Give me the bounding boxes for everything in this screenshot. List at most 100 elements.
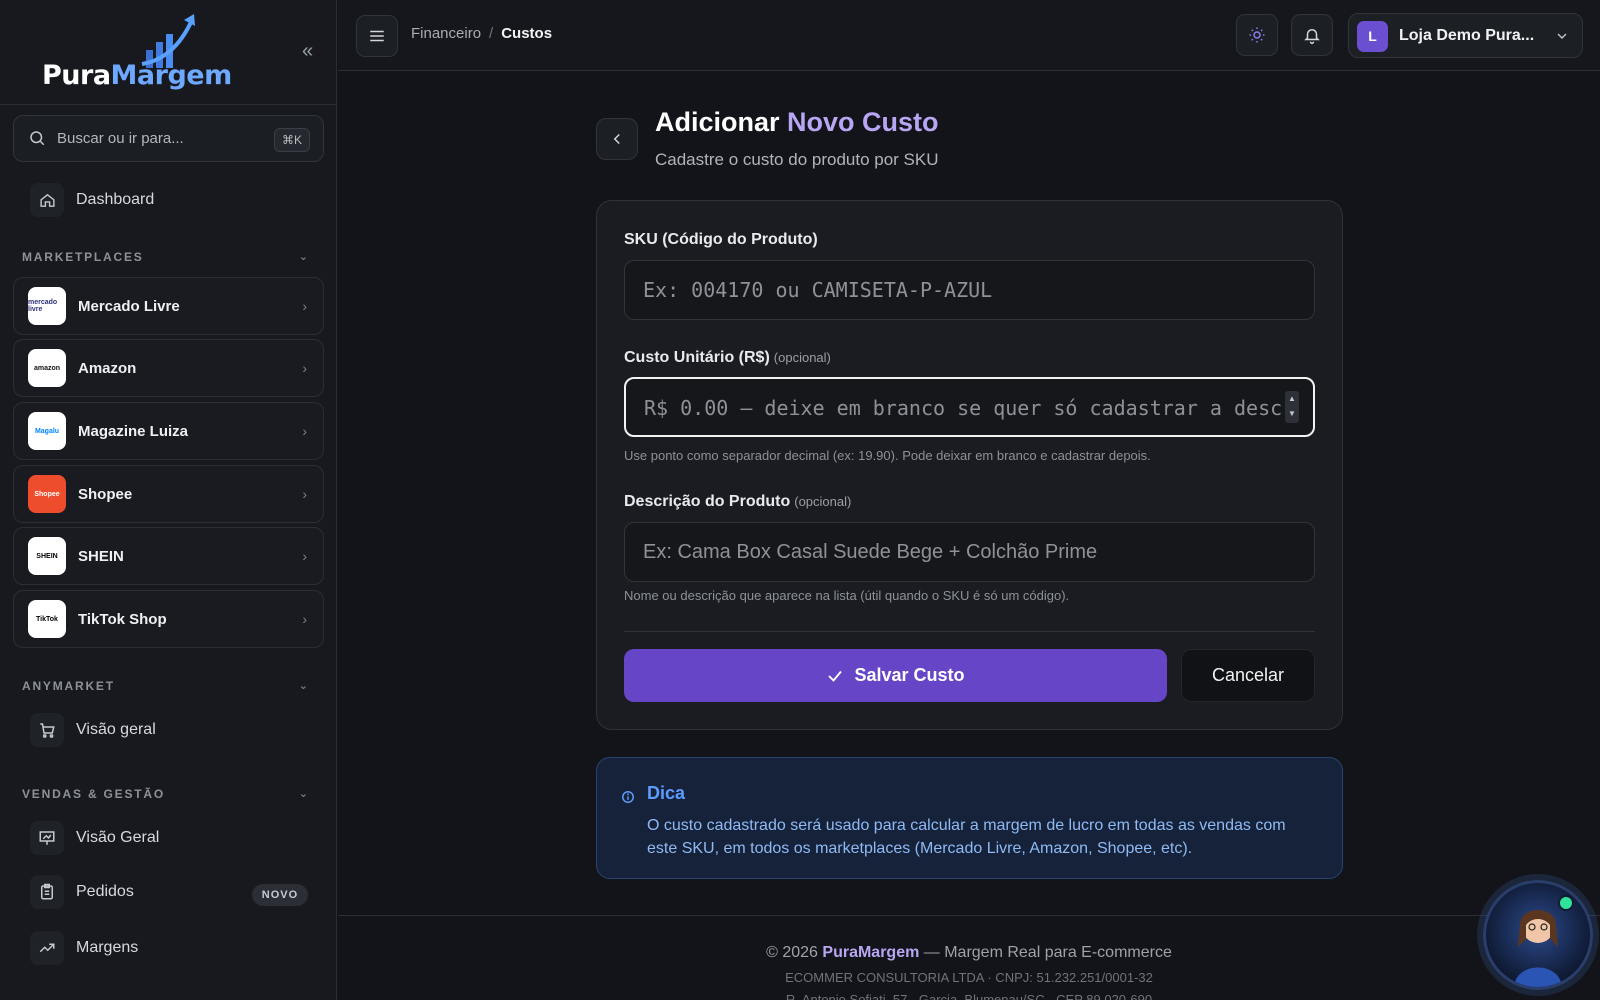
magalu-logo: Magalu: [28, 412, 66, 450]
search-icon: [30, 131, 45, 146]
cart-icon: [30, 713, 64, 747]
info-icon: [622, 791, 634, 803]
section-vendas-gestao[interactable]: VENDAS & GESTÃO ⌄: [22, 787, 316, 805]
footer-divider: [338, 915, 1600, 916]
breadcrumb-separator: /: [489, 25, 494, 42]
chevron-right-icon: ›: [302, 486, 307, 502]
tip-card: Dica O custo cadastrado será usado para …: [596, 757, 1343, 879]
chevron-down-icon: ⌄: [298, 788, 308, 800]
page-title: Adicionar Novo Custo: [655, 107, 939, 137]
chevron-down-icon: ⌄: [298, 251, 308, 263]
description-hint: Nome ou descrição que aparece na lista (…: [624, 588, 1070, 603]
sidebar-item-tiktok-shop[interactable]: TikTok TikTok Shop ›: [13, 590, 324, 648]
chevron-right-icon: ›: [302, 360, 307, 376]
section-anymarket[interactable]: ANYMARKET ⌄: [22, 679, 316, 697]
cost-form: SKU (Código do Produto) Ex: 004170 ou CA…: [596, 200, 1343, 730]
avatar: L: [1357, 21, 1388, 52]
tiktok-logo: TikTok: [28, 600, 66, 638]
footer-company: ECOMMER CONSULTORIA LTDA · CNPJ: 51.232.…: [785, 970, 1153, 985]
sidebar-item-margens[interactable]: Margens: [30, 930, 138, 966]
cancel-button[interactable]: Cancelar: [1181, 649, 1315, 702]
sku-label: SKU (Código do Produto): [624, 231, 818, 248]
sidebar-item-magazine-luiza[interactable]: Magalu Magazine Luiza ›: [13, 402, 324, 460]
notifications-button[interactable]: [1291, 14, 1333, 56]
search-placeholder: Buscar ou ir para...: [57, 130, 184, 147]
bell-icon: [1304, 29, 1320, 44]
marketplace-name: SHEIN: [78, 547, 124, 565]
tip-body: O custo cadastrado será usado para calcu…: [647, 817, 1286, 857]
shopee-logo: Shopee: [28, 475, 66, 513]
sidebar-item-dashboard[interactable]: Dashboard: [30, 182, 154, 218]
sidebar-item-label: Pedidos: [76, 883, 134, 900]
number-stepper[interactable]: ▲ ▼: [1285, 391, 1299, 423]
chevron-right-icon: ›: [302, 548, 307, 564]
sidebar-item-shein[interactable]: SHEIN SHEIN ›: [13, 527, 324, 585]
sidebar-item-amazon[interactable]: amazon Amazon ›: [13, 339, 324, 397]
description-input[interactable]: Ex: Cama Box Casal Suede Bege + Colchão …: [624, 522, 1315, 582]
description-label: Descrição do Produto (opcional): [624, 493, 852, 510]
online-status-dot: [1558, 895, 1574, 911]
trending-up-icon: [30, 931, 64, 965]
marketplace-name: Amazon: [78, 359, 137, 377]
cost-label: Custo Unitário (R$) (opcional): [624, 349, 831, 366]
sidebar-item-mercado-livre[interactable]: mercado livre Mercado Livre ›: [13, 277, 324, 335]
cost-hint: Use ponto como separador decimal (ex: 19…: [624, 448, 1151, 463]
breadcrumb: Financeiro / Custos: [411, 25, 552, 42]
marketplace-name: Magazine Luiza: [78, 422, 189, 440]
unit-cost-input[interactable]: R$ 0.00 — deixe em branco se quer só cad…: [624, 377, 1315, 437]
chevron-down-icon: [1557, 33, 1567, 39]
user-name: Loja Demo Pura...: [1399, 27, 1535, 44]
sidebar-item-vendas-visao-geral[interactable]: Visão Geral: [30, 820, 159, 856]
page-subtitle: Cadastre o custo do produto por SKU: [655, 150, 939, 169]
chevron-left-icon: [613, 133, 620, 145]
brand-name[interactable]: PuraMargem: [42, 60, 232, 91]
description-placeholder: Ex: Cama Box Casal Suede Bege + Colchão …: [643, 541, 1098, 563]
theme-toggle-button[interactable]: [1236, 14, 1278, 56]
section-marketplaces[interactable]: MARKETPLACES ⌄: [22, 250, 316, 268]
check-icon: [828, 670, 843, 682]
chevron-down-icon: ⌄: [298, 680, 308, 692]
sidebar-item-label: Visão Geral: [76, 829, 160, 846]
user-menu-button[interactable]: L Loja Demo Pura...: [1348, 13, 1583, 58]
sidebar-item-shopee[interactable]: Shopee Shopee ›: [13, 465, 324, 523]
sku-placeholder: Ex: 004170 ou CAMISETA-P-AZUL: [643, 278, 993, 302]
back-button[interactable]: [596, 118, 638, 160]
sidebar-item-pedidos[interactable]: Pedidos: [30, 874, 134, 910]
marketplace-name: Shopee: [78, 485, 133, 503]
sun-icon: [1249, 27, 1265, 43]
new-badge: NOVO: [252, 884, 308, 906]
collapse-sidebar-icon[interactable]: «: [302, 41, 322, 62]
marketplace-name: TikTok Shop: [78, 610, 167, 628]
tip-title: Dica: [647, 783, 686, 803]
mercado-livre-logo: mercado livre: [28, 287, 66, 325]
sidebar-item-label: Margens: [76, 939, 139, 956]
footer-copyright: © 2026 PuraMargem — Margem Real para E-c…: [766, 944, 1172, 961]
sidebar-item-label: Dashboard: [76, 191, 155, 208]
marketplace-name: Mercado Livre: [78, 297, 180, 315]
assistant-avatar-button[interactable]: [1483, 880, 1593, 990]
breadcrumb-current: Custos: [501, 25, 553, 42]
home-icon: [30, 183, 64, 217]
hamburger-icon: [370, 30, 384, 42]
footer-address: R. Antonio Sofiati, 57 - Garcia, Blumena…: [785, 992, 1153, 1000]
search-shortcut: ⌘K: [273, 128, 310, 152]
shein-logo: SHEIN: [28, 537, 66, 575]
sidebar: PuraMargem « Buscar ou ir para... ⌘K Das…: [0, 0, 337, 1000]
presentation-chart-icon: [30, 821, 64, 855]
top-bar: Financeiro / Custos L Loja Demo Pura...: [338, 0, 1600, 71]
sidebar-item-label: Visão geral: [76, 721, 156, 738]
amazon-logo: amazon: [28, 349, 66, 387]
sidebar-item-anymarket-visao-geral[interactable]: Visão geral: [30, 712, 156, 748]
assistant-avatar-icon: [1514, 910, 1562, 987]
chevron-right-icon: ›: [302, 423, 307, 439]
brand: PuraMargem «: [0, 0, 336, 105]
save-button[interactable]: Salvar Custo: [624, 649, 1167, 702]
cost-placeholder: R$ 0.00 — deixe em branco se quer só cad…: [644, 396, 1284, 420]
chevron-right-icon: ›: [302, 298, 307, 314]
chevron-right-icon: ›: [302, 611, 307, 627]
sku-input[interactable]: Ex: 004170 ou CAMISETA-P-AZUL: [624, 260, 1315, 320]
menu-button[interactable]: [356, 15, 398, 57]
clipboard-icon: [30, 875, 64, 909]
breadcrumb-financeiro[interactable]: Financeiro: [411, 25, 481, 42]
search-input[interactable]: Buscar ou ir para... ⌘K: [13, 115, 324, 162]
